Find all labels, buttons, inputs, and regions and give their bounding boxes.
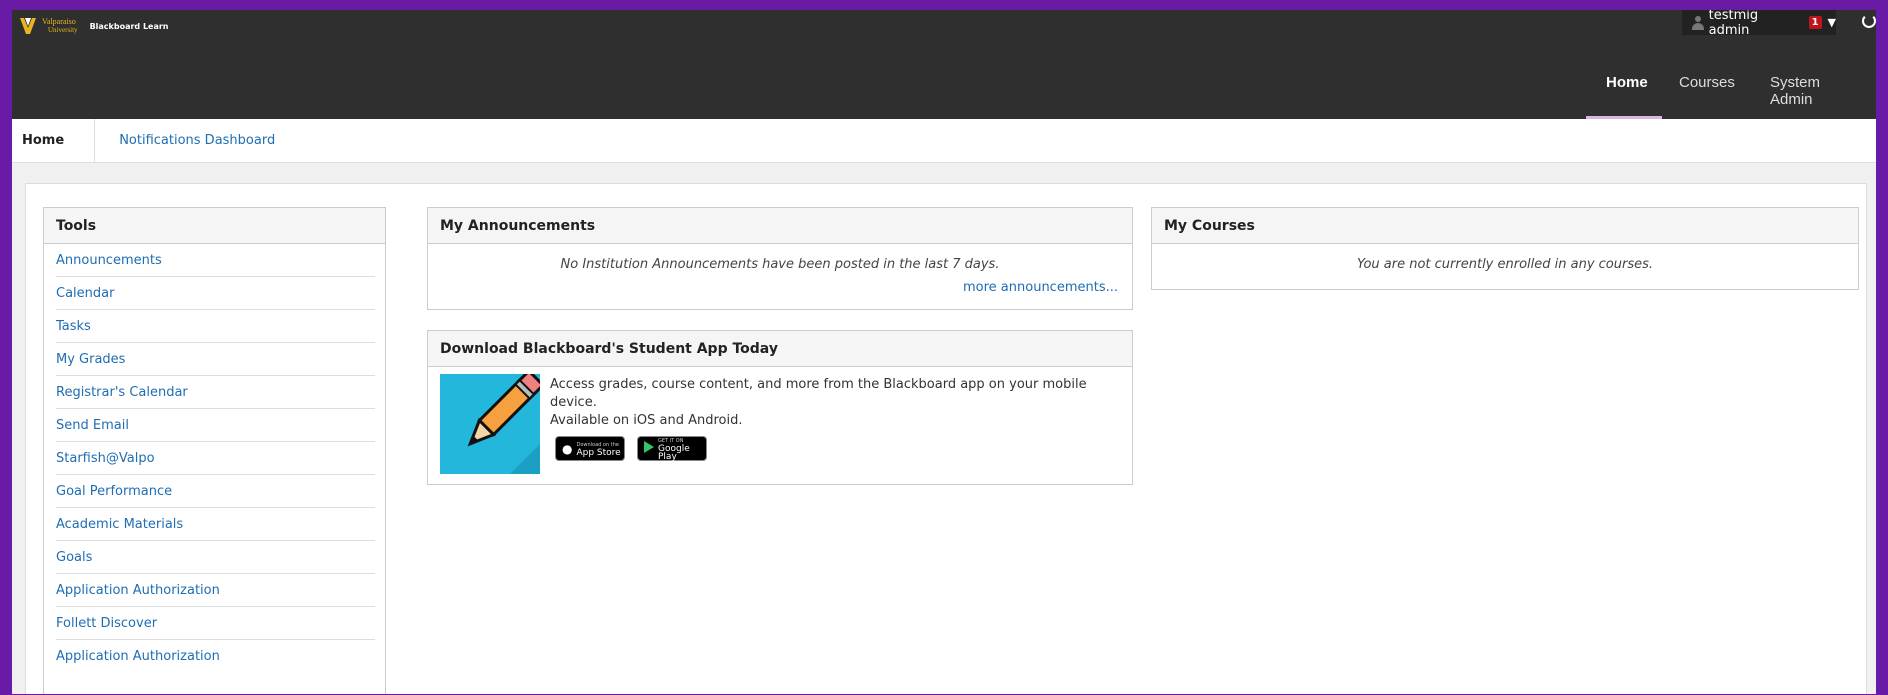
apple-icon: ● [562,441,573,456]
courses-empty-message: You are not currently enrolled in any co… [1356,257,1654,272]
announcements-module: My Announcements No Institution Announce… [427,207,1133,310]
notification-badge[interactable]: 1 [1808,16,1822,29]
app-store-label: Download on the App Store [576,441,621,458]
tool-link[interactable]: Application Authorization [56,640,375,673]
module-title: Tools [44,208,385,244]
tool-link[interactable]: Goal Performance [56,475,375,508]
tool-link[interactable]: Follett Discover [56,607,375,640]
subtab-home[interactable]: Home [12,118,96,163]
app-store-big-text: App Store [576,447,621,458]
tool-link[interactable]: My Grades [56,343,375,376]
app-promo-line1: Access grades, course content, and more … [550,377,1087,410]
tools-module: Tools Announcements Calendar Tasks My Gr… [43,207,386,694]
google-play-button[interactable]: GET IT ON Google Play [637,436,707,461]
nav-tab-courses[interactable]: Courses [1662,62,1752,119]
app-store-button[interactable]: ● Download on the App Store [555,436,625,461]
sub-tabs: Home Notifications Dashboard [12,118,1876,163]
module-title: My Courses [1152,208,1858,244]
chevron-down-icon[interactable]: ▼ [1828,16,1836,29]
tool-link[interactable]: Tasks [56,310,375,343]
main-nav: Home Courses System Admin [1586,62,1876,119]
valpo-v-icon [20,16,36,36]
app-window: Valparaiso University Blackboard Learn t… [12,10,1876,694]
product-name: Blackboard Learn [89,21,169,31]
module-title: Download Blackboard's Student App Today [428,331,1132,367]
announcements-empty-message: No Institution Announcements have been p… [560,257,1000,272]
google-play-label: GET IT ON Google Play [658,437,706,462]
university-name-line1: Valparaiso [42,17,76,26]
store-badges: ● Download on the App Store GET IT ON Go… [550,436,1120,461]
tool-link[interactable]: Send Email [56,409,375,442]
user-name: testmig admin [1708,10,1759,38]
tool-link[interactable]: Registrar's Calendar [56,376,375,409]
app-promo-line2: Available on iOS and Android. [550,413,743,428]
pencil-icon [440,374,540,474]
nav-tab-system-admin[interactable]: System Admin [1752,62,1876,119]
app-promo-body: Access grades, course content, and more … [428,367,1132,481]
tool-link[interactable]: Starfish@Valpo [56,442,375,475]
my-courses-module: My Courses You are not currently enrolle… [1151,207,1859,290]
header-bar: Valparaiso University Blackboard Learn t… [12,10,1876,119]
logout-icon[interactable] [1862,14,1876,28]
portal-content: Tools Announcements Calendar Tasks My Gr… [25,183,1867,694]
user-menu[interactable]: testmig admin 1 ▼ [1682,10,1836,38]
more-announcements-link[interactable]: more announcements... [428,272,1132,295]
google-play-big-text: Google Play [658,443,690,462]
module-title: My Announcements [428,208,1132,244]
tool-link[interactable]: Calendar [56,277,375,310]
play-icon [644,440,654,458]
university-name-line2: University [48,26,78,34]
app-promo-text: Access grades, course content, and more … [550,374,1120,474]
app-promo-module: Download Blackboard's Student App Today [427,330,1133,485]
tool-link[interactable]: Announcements [56,244,375,277]
tool-link[interactable]: Goals [56,541,375,574]
tool-link[interactable]: Academic Materials [56,508,375,541]
subtab-notifications-dashboard[interactable]: Notifications Dashboard [95,119,299,163]
user-icon [1692,15,1704,30]
tools-list: Announcements Calendar Tasks My Grades R… [44,244,385,673]
university-name: Valparaiso University [42,17,78,35]
university-logo[interactable]: Valparaiso University Blackboard Learn [20,14,169,38]
tool-link[interactable]: Application Authorization [56,574,375,607]
nav-tab-home[interactable]: Home [1586,62,1662,119]
